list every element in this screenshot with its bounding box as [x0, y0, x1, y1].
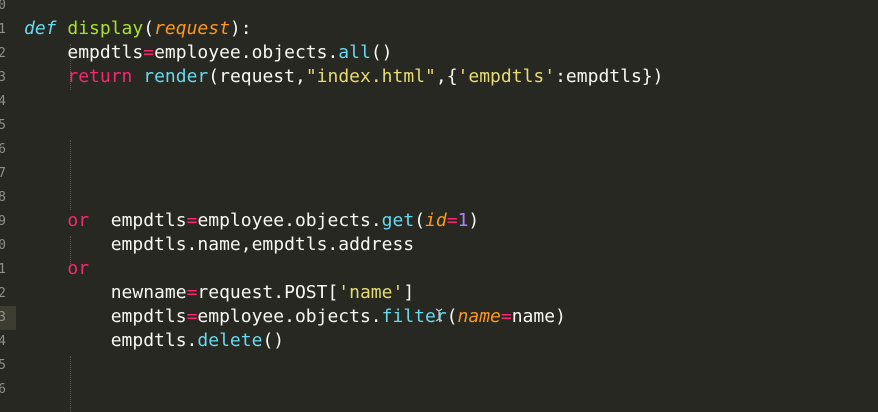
line-number: 5 — [0, 118, 6, 133]
line-number: 9 — [0, 214, 6, 229]
operator: = — [186, 282, 198, 303]
code-line: empdtls.name,empdtls.address — [24, 234, 415, 255]
code-line: empdtls=employee.objects.filter(name=nam… — [110, 306, 566, 327]
line-number: 2 — [0, 46, 6, 61]
code-line: or empdtls=employee.objects.get(id=1) — [67, 210, 480, 231]
text-cursor-icon — [435, 308, 443, 322]
operator: = — [143, 42, 155, 63]
operator: = — [186, 306, 198, 327]
line-number: 6 — [0, 142, 6, 157]
keyword-argument: name — [457, 306, 501, 327]
string-literal: 'name' — [338, 282, 404, 303]
line-number: 0 — [0, 238, 6, 253]
line-number-gutter: 0 1 2 3 4 5 6 7 8 9 0 1 2 3 4 5 6 — [0, 0, 16, 412]
line-number: 1 — [0, 262, 6, 277]
string-literal: 'empdtls' — [457, 66, 556, 87]
code-line: newname=request.POST['name'] — [110, 282, 415, 303]
def-keyword: def — [24, 18, 57, 39]
variable: empdtls — [67, 42, 144, 63]
operator: = — [186, 210, 198, 231]
method-name: delete — [197, 330, 263, 351]
line-number: 4 — [0, 94, 6, 109]
return-keyword: return — [67, 66, 133, 87]
code-area[interactable]: def display(request): empdtls=employee.o… — [24, 0, 874, 412]
or-keyword: or — [67, 258, 90, 279]
string-literal: "index.html" — [305, 66, 436, 87]
variable: empdtls — [110, 210, 187, 231]
operator: = — [446, 210, 458, 231]
line-number: 2 — [0, 286, 6, 301]
function-name: display — [67, 18, 144, 39]
line-number: 1 — [0, 22, 6, 37]
code-line: return render(request,"index.html",{'emp… — [67, 66, 664, 87]
code-line: or — [24, 257, 89, 281]
line-number: 3 — [0, 310, 6, 325]
parameter: request — [154, 18, 230, 39]
line-number: 0 — [0, 0, 6, 13]
code-line: def display(request): — [24, 18, 252, 39]
variable: empdtls — [110, 306, 187, 327]
method-name: all — [338, 42, 371, 63]
line-number: 7 — [0, 166, 6, 181]
code-editor[interactable]: 0 1 2 3 4 5 6 7 8 9 0 1 2 3 4 5 6 def di… — [0, 0, 878, 412]
line-number: 5 — [0, 358, 6, 373]
keyword-argument: id — [425, 210, 447, 231]
operator: = — [500, 306, 512, 327]
or-keyword: or — [67, 210, 90, 231]
line-number: 3 — [0, 70, 6, 85]
code-line: empdtls.delete() — [110, 330, 285, 351]
code-line: empdtls=employee.objects.all() — [67, 42, 393, 63]
function-call: render — [143, 66, 209, 87]
line-number: 8 — [0, 190, 6, 205]
number-literal: 1 — [457, 210, 469, 231]
line-number: 6 — [0, 382, 6, 397]
method-name: get — [381, 210, 415, 231]
variable: newname — [110, 282, 187, 303]
line-number: 4 — [0, 334, 6, 349]
